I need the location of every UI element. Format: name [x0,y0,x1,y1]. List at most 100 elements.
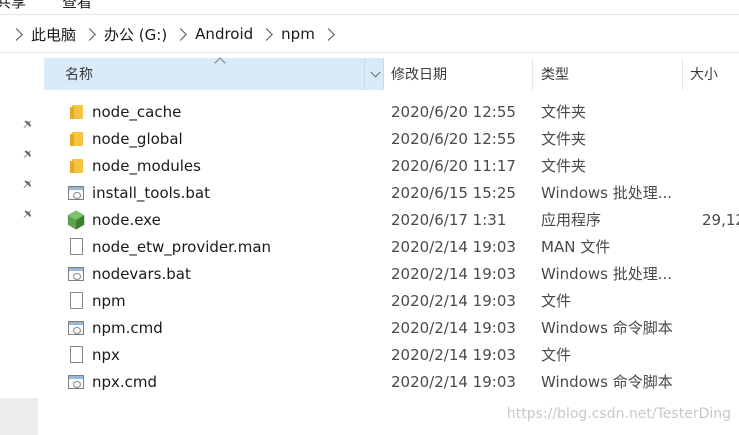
file-name: node_global [92,129,183,148]
pin-icon[interactable] [22,116,36,130]
batch-file-icon [68,320,84,335]
column-header-date[interactable]: 修改日期 [391,58,533,90]
column-header-size[interactable]: 大小 [690,58,739,90]
file-size: 29,12 [702,210,739,229]
file-row[interactable]: node_modules 2020/6/20 11:17 文件夹 [44,152,739,179]
file-type: 文件夹 [541,103,587,121]
nodejs-icon [67,210,85,230]
column-header-row: 名称 修改日期 类型 大小 [44,57,739,90]
folder-icon [69,131,83,147]
navigation-pane-selected-item[interactable] [0,398,38,435]
file-size [702,152,739,179]
file-size [702,125,739,152]
file-name: npm [92,291,126,310]
file-type: Windows 批处理... [541,184,673,202]
folder-icon [69,104,83,120]
file-row[interactable]: node_cache 2020/6/20 12:55 文件夹 [44,98,739,125]
file-type: 文件夹 [541,157,587,175]
file-type: Windows 命令脚本 [541,373,673,391]
batch-file-icon [68,185,84,200]
file-size [702,260,739,287]
breadcrumb-item-android[interactable]: Android [194,25,254,43]
file-type: 文件夹 [541,130,587,148]
file-size [702,341,739,368]
file-row[interactable]: npx 2020/2/14 19:03 文件 [44,341,739,368]
column-header-name[interactable]: 名称 [44,57,385,90]
file-list: node_cache 2020/6/20 12:55 文件夹 node_glob… [44,98,739,395]
chevron-right-icon[interactable] [83,27,96,41]
file-name: node_cache [92,102,182,121]
file-type: 文件 [541,346,572,364]
file-date: 2020/2/14 19:03 [391,264,516,283]
file-name: install_tools.bat [92,183,210,202]
file-date: 2020/2/14 19:03 [391,318,516,337]
file-date: 2020/6/15 15:25 [391,183,516,202]
file-row[interactable]: npm.cmd 2020/2/14 19:03 Windows 命令脚本 [44,314,739,341]
file-size [702,233,739,260]
chevron-right-icon[interactable] [321,27,335,41]
file-date: 2020/6/20 12:55 [391,102,516,121]
address-bar[interactable]: 此电脑 办公 (G:) Android npm [0,16,739,53]
file-date: 2020/2/14 19:03 [391,291,516,310]
file-date: 2020/6/20 11:17 [391,156,516,175]
column-header-type[interactable]: 类型 [541,58,683,90]
file-name: node_etw_provider.man [92,237,272,256]
file-row[interactable]: node.exe 2020/6/17 1:31 应用程序 29,12 [44,206,739,233]
file-row[interactable]: node_global 2020/6/20 12:55 文件夹 [44,125,739,152]
file-size [702,368,739,395]
file-name: npx [92,345,120,364]
file-row[interactable]: npx.cmd 2020/2/14 19:03 Windows 命令脚本 [44,368,739,395]
pin-icon[interactable] [22,206,36,220]
folder-icon [69,158,83,174]
chevron-down-icon [370,67,380,78]
file-size [702,314,739,341]
file-name: node.exe [92,210,161,229]
file-row[interactable]: npm 2020/2/14 19:03 文件 [44,287,739,314]
file-size [702,287,739,314]
chevron-right-icon[interactable] [260,27,274,41]
file-date: 2020/2/14 19:03 [391,345,516,364]
file-icon [69,346,83,363]
file-type: MAN 文件 [541,238,611,256]
ribbon: 共享 查看 [0,0,739,15]
file-type: 文件 [541,292,572,310]
chevron-right-icon[interactable] [10,27,23,41]
batch-file-icon [68,374,84,389]
file-size [702,179,739,206]
navigation-pane [0,53,40,435]
column-header-date-label: 修改日期 [391,67,447,83]
column-header-size-label: 大小 [690,67,718,83]
file-row[interactable]: nodevars.bat 2020/2/14 19:03 Windows 批处理… [44,260,739,287]
breadcrumb-item-drive[interactable]: 办公 (G:) [103,24,168,45]
file-name: npx.cmd [92,372,158,391]
file-date: 2020/2/14 19:03 [391,237,516,256]
file-icon [69,238,83,255]
file-row[interactable]: node_etw_provider.man 2020/2/14 19:03 MA… [44,233,739,260]
file-type: Windows 批处理... [541,265,673,283]
column-header-type-label: 类型 [541,67,569,83]
file-date: 2020/2/14 19:03 [391,372,516,391]
breadcrumb-item-npm[interactable]: npm [280,25,316,43]
sort-ascending-icon [214,57,226,69]
pin-icon[interactable] [22,176,36,190]
ribbon-tab-share[interactable]: 共享 [0,0,26,12]
breadcrumb: 此电脑 办公 (G:) Android npm [4,16,342,52]
file-date: 2020/6/20 12:55 [391,129,516,148]
file-type: Windows 命令脚本 [541,319,673,337]
column-filter-dropdown[interactable] [364,58,385,90]
breadcrumb-item-this-pc[interactable]: 此电脑 [30,24,77,45]
file-name: nodevars.bat [92,264,191,283]
file-name: node_modules [92,156,201,175]
file-name: npm.cmd [92,318,163,337]
pin-icon[interactable] [22,146,36,160]
column-header-name-label: 名称 [65,67,93,83]
file-type: 应用程序 [541,211,602,229]
batch-file-icon [68,266,84,281]
chevron-right-icon[interactable] [174,27,188,41]
watermark: https://blog.csdn.net/TesterDing [506,406,731,422]
file-row[interactable]: install_tools.bat 2020/6/15 15:25 Window… [44,179,739,206]
file-date: 2020/6/17 1:31 [391,210,507,229]
file-icon [69,292,83,309]
ribbon-tab-view[interactable]: 查看 [62,0,92,12]
file-size [702,98,739,125]
